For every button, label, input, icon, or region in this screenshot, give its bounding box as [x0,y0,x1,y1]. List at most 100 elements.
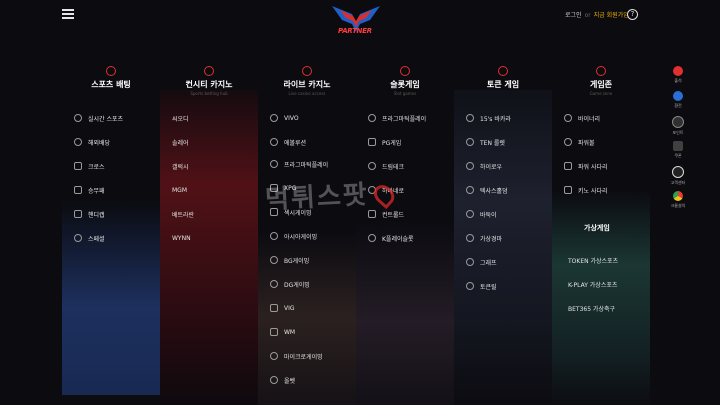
rail-attendance[interactable]: 출석 [665,66,691,84]
column-header[interactable]: 라이브 카지노 Live casino access [258,66,356,96]
menu-item[interactable]: 마이크로게이밍 [270,350,323,362]
evolution-icon [270,138,278,146]
binary-icon [564,114,572,122]
menu-item-label: MGM [172,186,188,194]
column-sports: 스포츠 배팅 실시간 스포츠 해외배당 크로스 승무패 핸디캡 스페셜 [62,60,160,405]
menu-item[interactable]: TEN 룰렛 [466,136,505,148]
menu-item-label: 크로스 [88,163,105,171]
menu-item-label: 아시아게이밍 [284,233,318,241]
menu-item[interactable]: PG게임 [368,136,401,148]
login-link[interactable]: 로그인 [565,12,582,19]
menu-item-label: DG게이밍 [284,281,310,289]
menu-item[interactable]: 파워 사다리 [564,160,608,172]
reel-icon [466,282,474,290]
menu-item[interactable]: WM [270,326,295,338]
menu-item[interactable]: 크로스 [74,160,105,172]
menu-item[interactable]: 해외배당 [74,136,110,148]
menu-item-label: 컨트롤드 [382,211,405,219]
column-title: 슬롯게임 [390,80,420,89]
coupon-icon [673,141,683,151]
menu-item[interactable]: 드림테크 [368,160,404,172]
menu-item[interactable]: 바둑이 [466,208,497,220]
menu-item[interactable]: 바이너리 [564,112,600,124]
menu-item-label: PG게임 [382,139,402,147]
hamburger-icon[interactable] [62,9,74,19]
menu-item[interactable]: WYNN [172,232,191,244]
column-slots: 슬롯게임 Slot games 프라그마틱플레이 PG게임 드림테크 하바네로 … [356,60,454,405]
menu-item[interactable]: K-PLAY 가상스포츠 [568,278,617,290]
vig-icon [270,304,278,312]
rail-support[interactable]: 고객센터 [665,166,691,186]
menu-item[interactable]: DG게이밍 [270,278,310,290]
menu-item[interactable]: 파워볼 [564,136,595,148]
rail-chrome[interactable]: 크롬설치 [665,191,691,209]
menu-item[interactable]: 솔레어 [172,136,189,148]
column-title: 게임존 [589,80,613,89]
menu-item[interactable]: 토큰릴 [466,280,497,292]
column-subtitle: Live casino access [288,91,326,96]
ladder-icon [564,162,572,170]
menu-item[interactable]: 실시간 스포츠 [74,112,123,124]
menu-item[interactable]: 프라그마틱플레이 [368,112,426,124]
menu-item[interactable]: 프라그마틱플레이 [270,158,328,170]
live-casino-icon [302,66,312,76]
menu-item[interactable]: VIG [270,302,295,314]
menu-item-label: 가상경마 [480,235,503,243]
menu-item[interactable]: 키노 사다리 [564,184,608,196]
signup-link[interactable]: 지금 회원가입 [594,12,629,19]
menu-item[interactable]: 15's 바카라 [466,112,511,124]
menu-item-label: 프라그마틱플레이 [284,161,329,169]
help-circle-icon[interactable]: ? [627,9,638,20]
menu-item[interactable]: MGM [172,184,187,196]
menu-item-label: 갤럭시 [172,163,189,171]
rail-coupon[interactable]: 쿠폰 [665,141,691,159]
menu-item-label: K-PLAY 가상스포츠 [568,281,618,289]
wm-icon [270,328,278,336]
menu-item[interactable]: 텍사스홀덤 [466,184,508,196]
graph-icon [466,258,474,266]
menu-item-label: 핸디캡 [88,211,105,219]
menu-item-label: VIG [284,304,295,312]
menu-item[interactable]: K플레이슬롯 [368,232,414,244]
menu-item[interactable]: 씨오디 [172,112,189,124]
exchange-icon [673,91,683,101]
menu-item[interactable]: VIVO [270,112,299,124]
column-header[interactable]: 게임존 Game zone [552,66,650,96]
menu-item[interactable]: 하이로우 [466,160,502,172]
pragmatic-icon [368,114,376,122]
menu-item[interactable]: 핸디캡 [74,208,105,220]
virtual-games-heading[interactable]: 가상게임 [584,222,610,234]
menu-item[interactable]: 가상경마 [466,232,502,244]
menu-item[interactable]: 베트라란 [172,208,194,220]
column-subtitle: Game zone [589,91,613,96]
rail-point[interactable]: 포인트 [665,116,691,136]
column-header[interactable]: 컨시티 카지노 Sports betting hub [160,66,258,96]
menu-item[interactable]: BG게이밍 [270,254,309,266]
menu-item[interactable]: 에볼루션 [270,136,306,148]
controlled-icon [368,210,376,218]
menu-item[interactable]: 아시아게이밍 [270,230,317,242]
casino-icon [204,66,214,76]
menu-item[interactable]: TOKEN 가상스포츠 [568,254,618,266]
attendance-icon [673,66,683,76]
menu-item-label: TOKEN 가상스포츠 [568,257,619,265]
column-header[interactable]: 토큰 게임 [454,66,552,90]
menu-item-label: WYNN [172,234,191,242]
rail-exchange[interactable]: 환전 [665,91,691,109]
menu-item-label: 파워 사다리 [578,163,608,171]
menu-item-label: 토큰릴 [480,283,497,291]
rail-label: 환전 [674,103,682,108]
menu-item[interactable]: BET365 가상축구 [568,302,615,314]
menu-item[interactable]: 스페셜 [74,232,105,244]
menu-item[interactable]: 올벳 [270,374,295,386]
pg-icon [368,138,376,146]
column-header[interactable]: 스포츠 배팅 [62,66,160,90]
menu-item[interactable]: 갤럭시 [172,160,189,172]
column-header[interactable]: 슬롯게임 Slot games [356,66,454,96]
keno-ladder-icon [564,186,572,194]
menu-item[interactable]: 승무패 [74,184,105,196]
column-live-casino: 라이브 카지노 Live casino access VIVO 에볼루션 프라그… [258,60,356,405]
handicap-icon [74,210,82,218]
menu-item[interactable]: 그래프 [466,256,497,268]
gamepad-icon [596,66,606,76]
